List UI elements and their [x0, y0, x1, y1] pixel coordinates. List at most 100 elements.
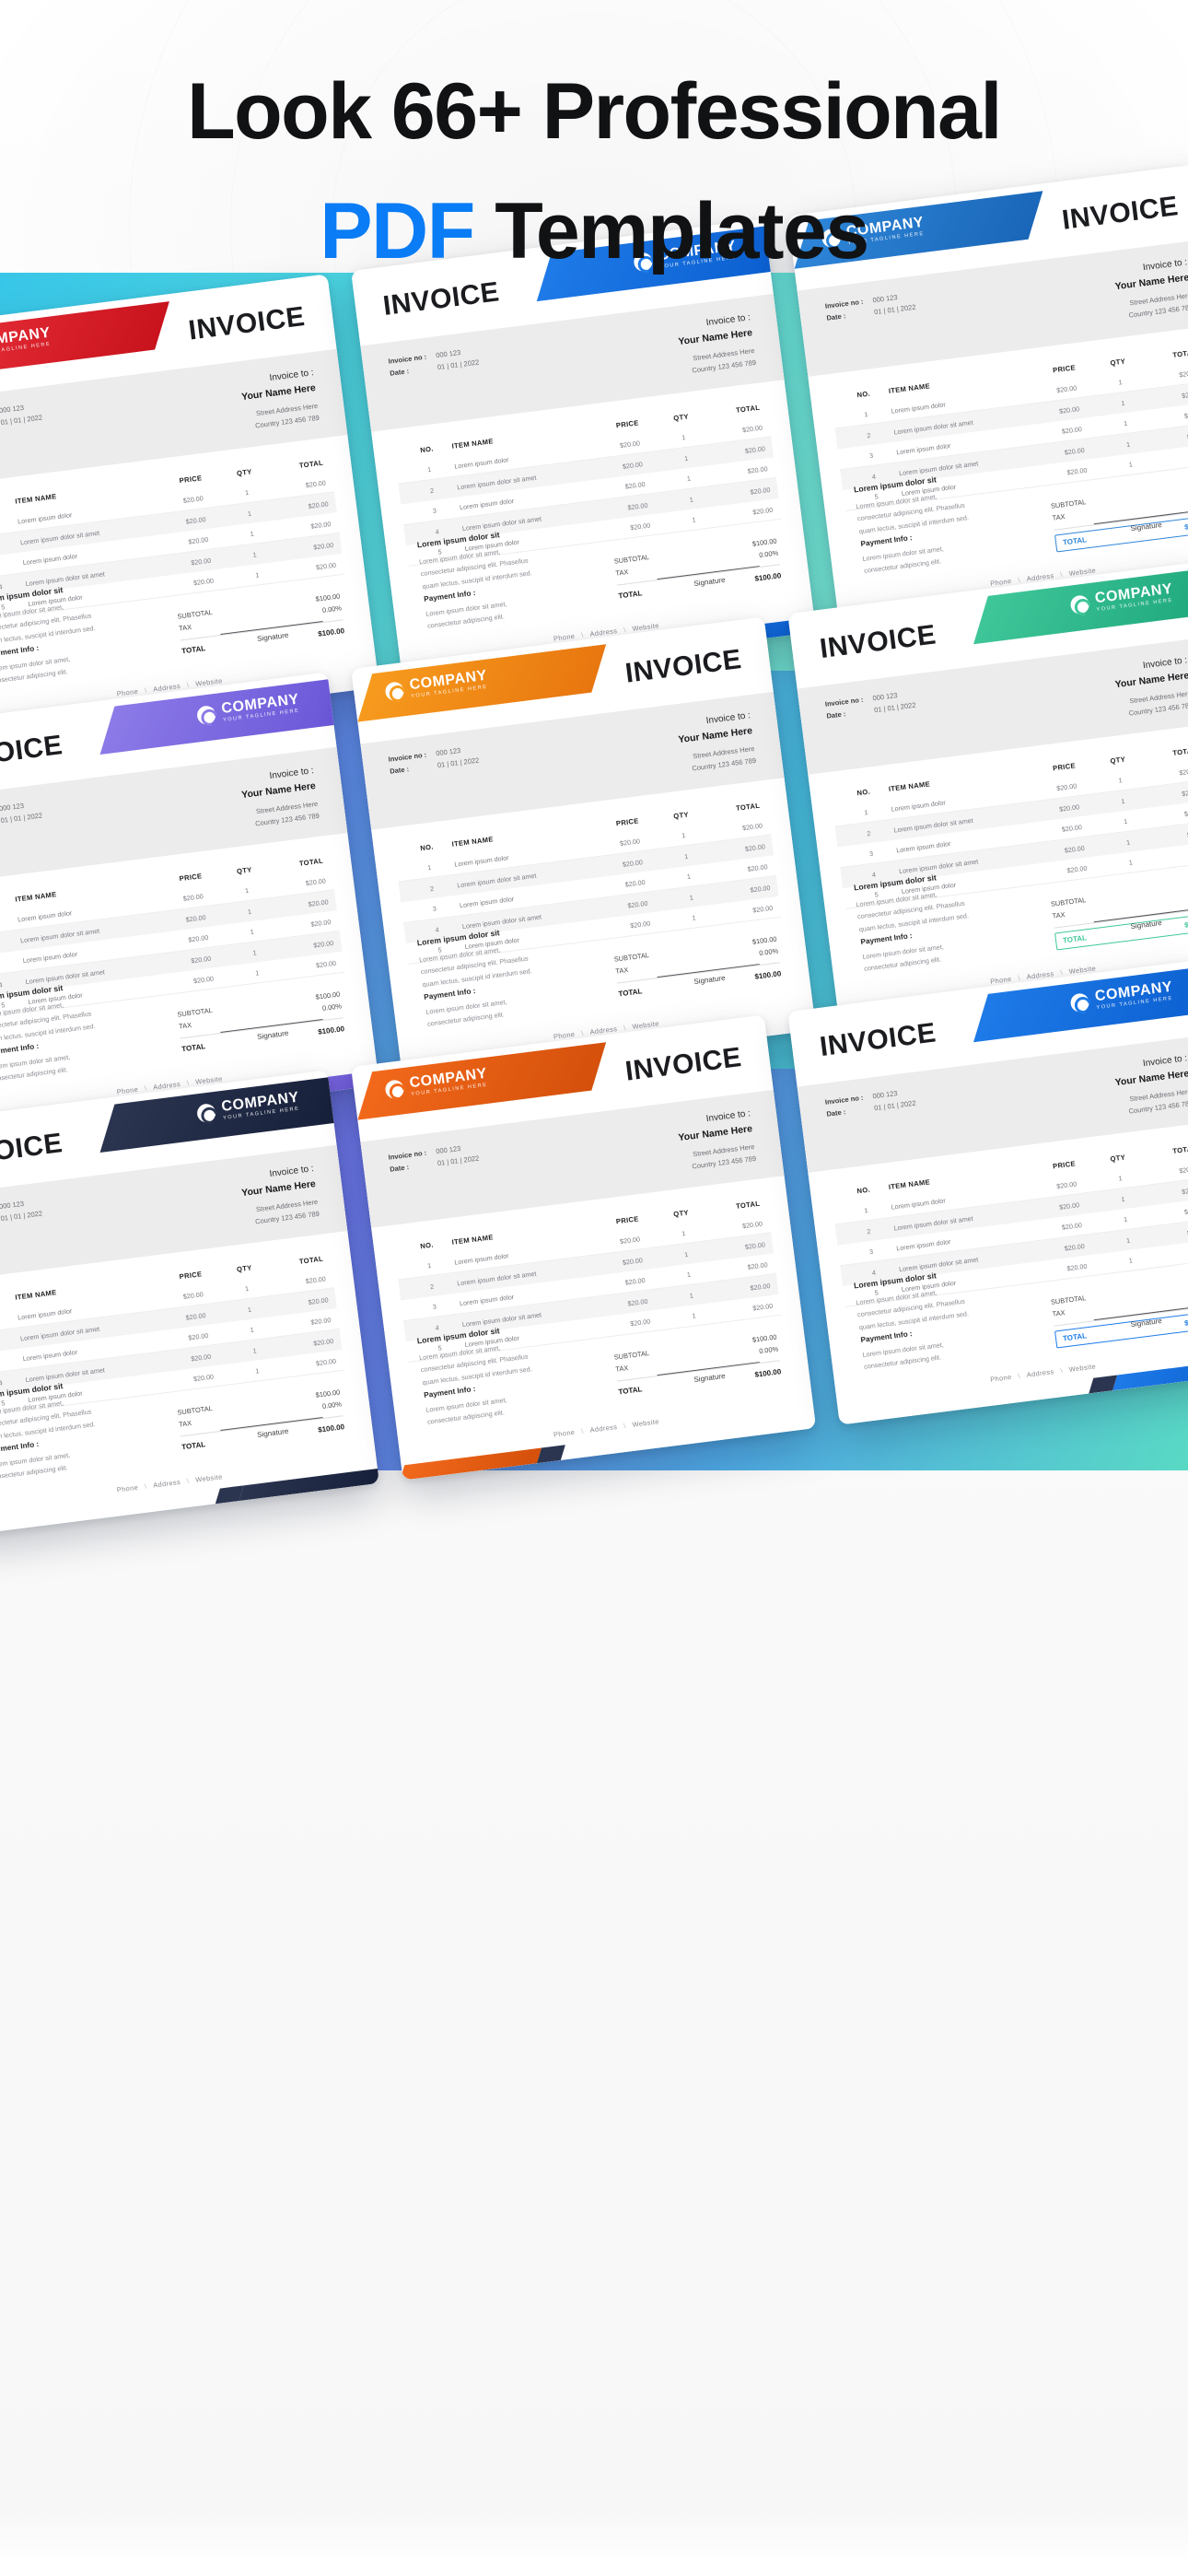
cell-qty: 1 — [1128, 1256, 1134, 1265]
invoice-bill-to: Invoice to : Your Name Here Street Addre… — [1112, 1050, 1188, 1118]
cell-qty: 1 — [1117, 1174, 1124, 1183]
cell-total: $20.00 — [751, 505, 774, 517]
invoice-meta-left: Invoice no :000 123 Date :01 | 01 | 2022 — [0, 400, 43, 435]
col-qty: QTY — [1110, 1153, 1126, 1164]
invoice-template-card[interactable]: COMPANY YOUR TAGLINE HERE INVOICE Invoic… — [351, 218, 817, 685]
cell-total: $20.00 — [1178, 368, 1188, 380]
invoice-title: INVOICE — [623, 1042, 744, 1087]
cell-qty: 1 — [1120, 398, 1125, 408]
invoice-meta-left: Invoice no :000 123 Date :01 | 01 | 2022 — [0, 798, 43, 833]
invoice-date-value: 01 | 01 | 2022 — [437, 357, 480, 372]
cell-price: $20.00 — [1058, 802, 1080, 814]
cell-no: 2 — [866, 1226, 871, 1236]
cell-total: $20.00 — [312, 938, 334, 950]
cell-price: $20.00 — [182, 1290, 204, 1301]
invoice-title: INVOICE — [186, 300, 307, 346]
cell-total: $20.00 — [1149, 828, 1188, 844]
cell-qty: 1 — [1117, 776, 1124, 785]
total-label: TOTAL — [618, 589, 643, 601]
cell-total: $20.00 — [308, 897, 330, 908]
cell-qty: 1 — [1117, 378, 1124, 387]
col-no: NO. — [856, 1185, 871, 1196]
invoice-meta-left: Invoice no :000 123 Date :01 | 01 | 2022 — [388, 743, 480, 778]
cell-qty: 1 — [1120, 1194, 1125, 1204]
invoice-template-card[interactable]: COMPANY YOUR TAGLINE HERE INVOICE Invoic… — [351, 1014, 817, 1481]
invoice-template-card[interactable]: COMPANY YOUR TAGLINE HERE INVOICE Invoic… — [787, 561, 1188, 1027]
cell-total: $20.00 — [741, 423, 763, 435]
invoice-sheet: COMPANY YOUR TAGLINE HERE INVOICE Invoic… — [787, 561, 1188, 1027]
cell-qty: 1 — [692, 515, 697, 524]
cell-total: $20.00 — [751, 1301, 774, 1313]
cell-price: $20.00 — [1061, 424, 1083, 436]
footer-address: Address — [588, 1423, 618, 1434]
col-total: TOTAL — [735, 404, 761, 416]
tax-label: TAX — [614, 966, 629, 977]
cell-qty: 1 — [247, 1305, 252, 1315]
invoice-meta-left: Invoice no :000 123 Date :01 | 01 | 2022 — [824, 289, 916, 324]
col-price: PRICE — [179, 474, 203, 486]
col-price: PRICE — [615, 816, 640, 828]
cell-total: $20.00 — [309, 917, 332, 929]
col-price: PRICE — [615, 418, 640, 430]
tax-label: TAX — [1052, 1308, 1066, 1319]
col-no: NO. — [0, 896, 16, 910]
cell-total: $20.00 — [744, 1240, 766, 1251]
cell-no: 2 — [429, 486, 435, 496]
cell-total: $20.00 — [315, 958, 337, 970]
invoice-template-card[interactable]: COMPANY YOUR TAGLINE HERE INVOICE Invoic… — [0, 1070, 379, 1536]
cell-total: $20.00 — [312, 1336, 334, 1348]
cell-total: $20.00 — [1178, 1164, 1188, 1176]
cell-price: $20.00 — [185, 514, 207, 526]
cell-price: $20.00 — [627, 898, 648, 910]
cell-qty: 1 — [686, 474, 692, 484]
col-total: TOTAL — [1171, 746, 1188, 758]
cell-qty: 1 — [1120, 796, 1125, 806]
invoice-meta-left: Invoice no :000 123 Date :01 | 01 | 2022 — [0, 1196, 43, 1231]
footer-bar-dark — [1089, 1375, 1118, 1394]
cell-no: 1 — [426, 1260, 432, 1270]
total-label: TOTAL — [618, 1385, 643, 1397]
cell-qty: 1 — [250, 1325, 255, 1334]
invoice-template-card[interactable]: COMPANY YOUR TAGLINE HERE INVOICE Invoic… — [351, 616, 817, 1083]
cell-price: $20.00 — [624, 479, 646, 491]
cell-total: $20.00 — [315, 1356, 337, 1368]
cell-qty: 1 — [1123, 418, 1128, 428]
footer-bar-dark — [537, 1445, 565, 1464]
cell-qty: 1 — [686, 872, 692, 882]
cell-qty: 1 — [244, 1283, 250, 1294]
cell-total: $20.00 — [749, 883, 771, 895]
footer-website: Website — [1068, 1362, 1097, 1374]
company-logo-icon — [196, 704, 217, 726]
footer-phone: Phone — [553, 1427, 576, 1439]
cell-qty: 1 — [681, 432, 686, 442]
tax-label: TAX — [614, 568, 629, 579]
invoice-date-value: 01 | 01 | 2022 — [0, 1209, 43, 1224]
cell-total: $20.00 — [744, 444, 766, 455]
cell-price: $20.00 — [185, 912, 207, 924]
cell-total: $20.00 — [1181, 389, 1188, 400]
col-price: PRICE — [615, 1214, 640, 1226]
invoice-template-card[interactable]: COMPANY YOUR TAGLINE HERE INVOICE Invoic… — [787, 959, 1188, 1425]
headline-block: Look 66+ Professional PDF Templates — [0, 72, 1188, 271]
cell-no: 2 — [429, 884, 435, 894]
invoice-title: INVOICE — [623, 644, 744, 689]
invoice-bill-to: Invoice to : Your Name Here Street Addre… — [675, 310, 757, 378]
cell-total: $20.00 — [308, 1295, 330, 1306]
cell-price: $20.00 — [1064, 445, 1086, 457]
cell-no: 3 — [0, 558, 23, 573]
headline-line-2: PDF Templates — [0, 192, 1188, 271]
tax-value: 0.00% — [758, 1344, 779, 1356]
cell-total: $20.00 — [747, 1260, 769, 1271]
cell-qty: 1 — [254, 1366, 260, 1376]
template-row-3: COMPANY YOUR TAGLINE HERE INVOICE Invoic… — [0, 959, 1188, 1536]
cell-qty: 1 — [686, 1270, 692, 1280]
cell-price: $20.00 — [192, 974, 215, 986]
invoice-no-value: 000 123 — [871, 691, 899, 703]
tax-value: 0.00% — [758, 946, 779, 958]
cell-price: $20.00 — [629, 521, 651, 533]
cell-price: $20.00 — [1055, 383, 1077, 394]
company-logo-icon — [1069, 991, 1090, 1013]
cell-price: $20.00 — [619, 1235, 641, 1246]
invoice-meta-left: Invoice no :000 123 Date :01 | 01 | 2022 — [824, 687, 916, 722]
tax-label: TAX — [1052, 512, 1066, 523]
